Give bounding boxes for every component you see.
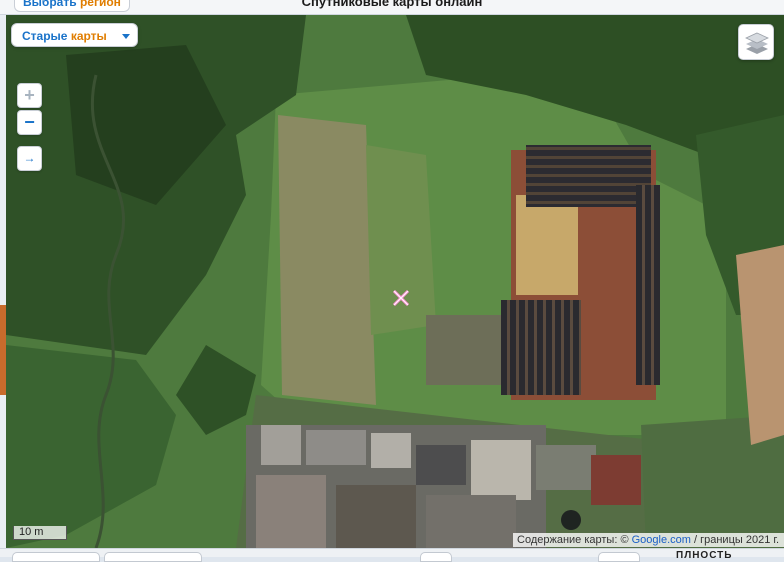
map-style-select[interactable]: Старые карты	[11, 23, 138, 47]
map-style-label-part1: Старые	[22, 29, 68, 43]
bottom-tab-2[interactable]	[104, 552, 202, 562]
google-link[interactable]: Google.com	[632, 534, 691, 546]
scale-bar: 10 m	[13, 526, 67, 540]
map-center-crosshair	[392, 289, 410, 307]
attribution-prefix: Содержание карты: ©	[517, 534, 629, 546]
bottom-tab-1[interactable]	[12, 552, 100, 562]
top-bar: Выбрать регион Спутниковые карты онлайн	[0, 0, 784, 15]
bottom-tab-3[interactable]	[420, 552, 452, 562]
chevron-down-icon	[122, 34, 130, 39]
map-attribution: Содержание карты: © Google.com / границы…	[513, 533, 784, 547]
page-title: Спутниковые карты онлайн	[301, 0, 483, 9]
satellite-imagery	[6, 15, 784, 548]
zoom-in-button[interactable]: +	[17, 83, 42, 108]
layers-icon	[745, 32, 769, 54]
map-style-label-part2: карты	[70, 29, 107, 43]
pan-arrow-button[interactable]: →	[17, 146, 42, 171]
satellite-map[interactable]	[6, 15, 784, 548]
layers-button[interactable]	[738, 24, 774, 60]
zoom-out-button[interactable]: −	[17, 110, 42, 135]
bottom-tab-4[interactable]	[598, 552, 640, 562]
attribution-suffix: / границы 2021 г.	[694, 534, 780, 546]
